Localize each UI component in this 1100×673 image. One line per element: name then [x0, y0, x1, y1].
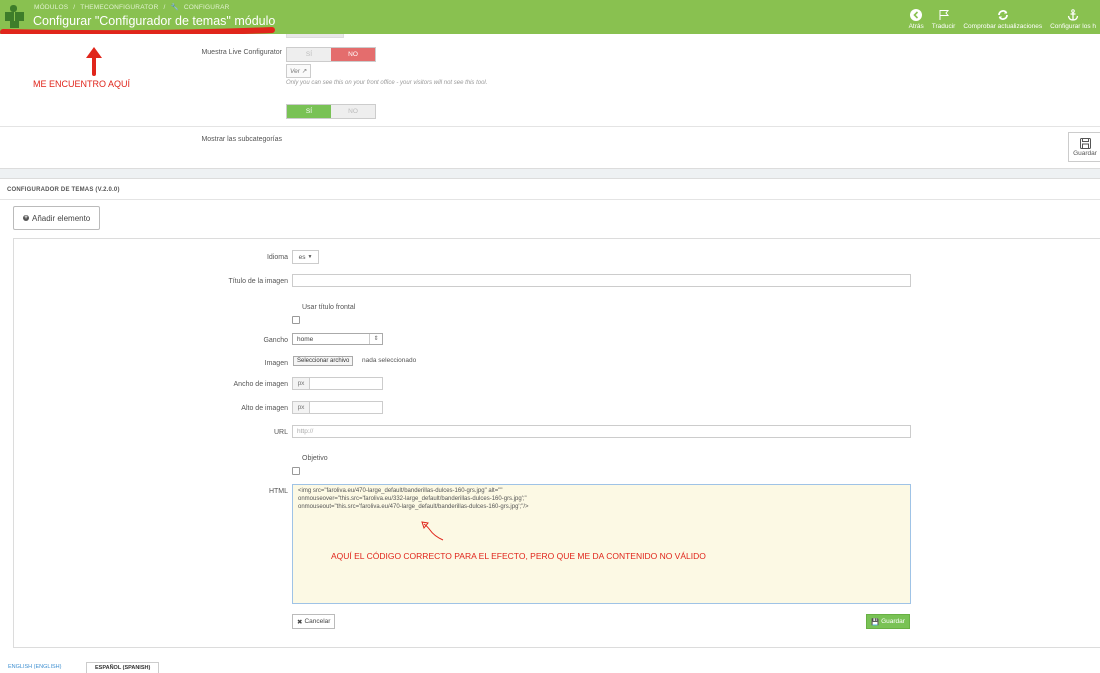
flag-icon — [939, 10, 949, 20]
tab-spanish[interactable]: ESPAÑOL (SPANISH) — [86, 662, 160, 673]
image-height-input[interactable] — [310, 401, 383, 414]
hook-select[interactable]: home ⇕ — [292, 333, 383, 345]
section-title: CONFIGURADOR DE TEMAS (V.2.0.0) — [7, 187, 120, 193]
tab-english[interactable]: ENGLISH (ENGLISH) — [8, 662, 61, 672]
back-button[interactable]: Atrás — [905, 2, 928, 30]
image-label: Imagen — [264, 360, 288, 367]
caret-down-icon: ▼ — [307, 254, 313, 260]
url-label: URL — [273, 429, 288, 436]
subcategories-switch[interactable]: SÍ NO — [286, 104, 376, 119]
subcategories-label: Mostrar las subcategorías — [201, 136, 282, 143]
front-title-label: Usar título frontal — [302, 304, 356, 311]
choose-file-button[interactable]: Seleccionar archivo — [293, 356, 354, 366]
wrench-icon: 🔧 — [170, 4, 179, 11]
live-configurator-label: Muestra Live Configurator — [201, 49, 282, 56]
px-unit: px — [292, 377, 310, 390]
code-line: onmouseout="this.src='faroliva.eu/470-la… — [298, 504, 529, 510]
image-title-label: Título de la imagen — [228, 278, 288, 285]
header-actions: Atrás Traducir Comprobar actualizaciones… — [905, 2, 1100, 32]
select-arrows-icon: ⇕ — [369, 334, 382, 344]
language-dropdown[interactable]: es ▼ — [292, 250, 319, 264]
anchor-icon — [1067, 9, 1079, 21]
image-width-input[interactable] — [310, 377, 383, 390]
language-tabs: ENGLISH (ENGLISH) ESPAÑOL (SPANISH) — [0, 662, 1100, 673]
element-save-button[interactable]: 💾 Guardar — [866, 614, 910, 629]
code-line: <img src="faroliva.eu/470-large_default/… — [298, 488, 503, 494]
add-element-button[interactable]: + Añadir elemento — [13, 206, 101, 230]
code-line: onmouseover="this.src='faroliva.eu/332-l… — [298, 496, 527, 502]
check-updates-button[interactable]: Comprobar actualizaciones — [959, 2, 1046, 30]
annotation-arrow-curved — [421, 521, 444, 541]
target-label: Objetivo — [302, 455, 328, 462]
image-title-input[interactable] — [292, 274, 911, 287]
hook-label: Gancho — [263, 337, 288, 344]
plus-circle-icon: + — [23, 215, 29, 221]
switch-no[interactable]: NO — [331, 105, 375, 118]
floppy-disk-icon — [1079, 137, 1091, 149]
refresh-icon — [997, 10, 1008, 20]
px-unit: px — [292, 401, 310, 414]
live-configurator-switch[interactable]: SÍ NO — [286, 47, 376, 62]
previous-switch-edge — [286, 34, 344, 38]
panel-divider — [0, 126, 1100, 127]
external-link-icon: ↗ — [301, 68, 308, 75]
url-input[interactable]: http:// — [292, 425, 911, 438]
language-label: Idioma — [266, 254, 288, 261]
target-checkbox[interactable] — [292, 467, 300, 475]
switch-yes[interactable]: SÍ — [287, 105, 331, 118]
configure-hooks-button[interactable]: Configurar los h — [1046, 2, 1100, 30]
settings-save-button[interactable]: Guardar — [1068, 132, 1100, 162]
view-button[interactable]: Ver ↗ — [286, 64, 312, 78]
breadcrumb-item[interactable]: THEMECONFIGURATOR — [80, 4, 158, 11]
floppy-disk-icon: 💾 — [871, 618, 880, 626]
switch-yes[interactable]: SÍ — [287, 48, 331, 61]
breadcrumb-item[interactable]: MÓDULOS — [34, 4, 68, 11]
breadcrumb: MÓDULOS / THEMECONFIGURATOR / 🔧 CONFIGUR… — [34, 4, 230, 11]
help-text: Only you can see this on your front offi… — [286, 80, 488, 86]
arrow-left-circle-icon — [910, 9, 923, 21]
html-label: HTML — [268, 488, 288, 495]
breadcrumb-item[interactable]: CONFIGURAR — [184, 4, 230, 11]
html-textarea[interactable]: <img src="faroliva.eu/470-large_default/… — [292, 484, 911, 604]
section-divider — [0, 199, 1100, 200]
translate-button[interactable]: Traducir — [928, 2, 960, 30]
image-height-label: Alto de imagen — [241, 405, 288, 412]
annotation-arrow-up — [86, 47, 102, 76]
file-status: nada seleccionado — [362, 357, 417, 364]
image-height-group: px — [292, 401, 383, 414]
annotation-here: ME ENCUENTRO AQUÍ — [33, 79, 131, 89]
cancel-button[interactable]: ✖ Cancelar — [292, 614, 336, 629]
close-icon: ✖ — [297, 618, 303, 626]
image-width-group: px — [292, 377, 383, 390]
annotation-html: AQUÍ EL CÓDIGO CORRECTO PARA EL EFECTO, … — [331, 551, 706, 561]
switch-no[interactable]: NO — [331, 48, 375, 61]
front-title-checkbox[interactable] — [292, 316, 300, 324]
image-width-label: Ancho de imagen — [233, 381, 288, 388]
